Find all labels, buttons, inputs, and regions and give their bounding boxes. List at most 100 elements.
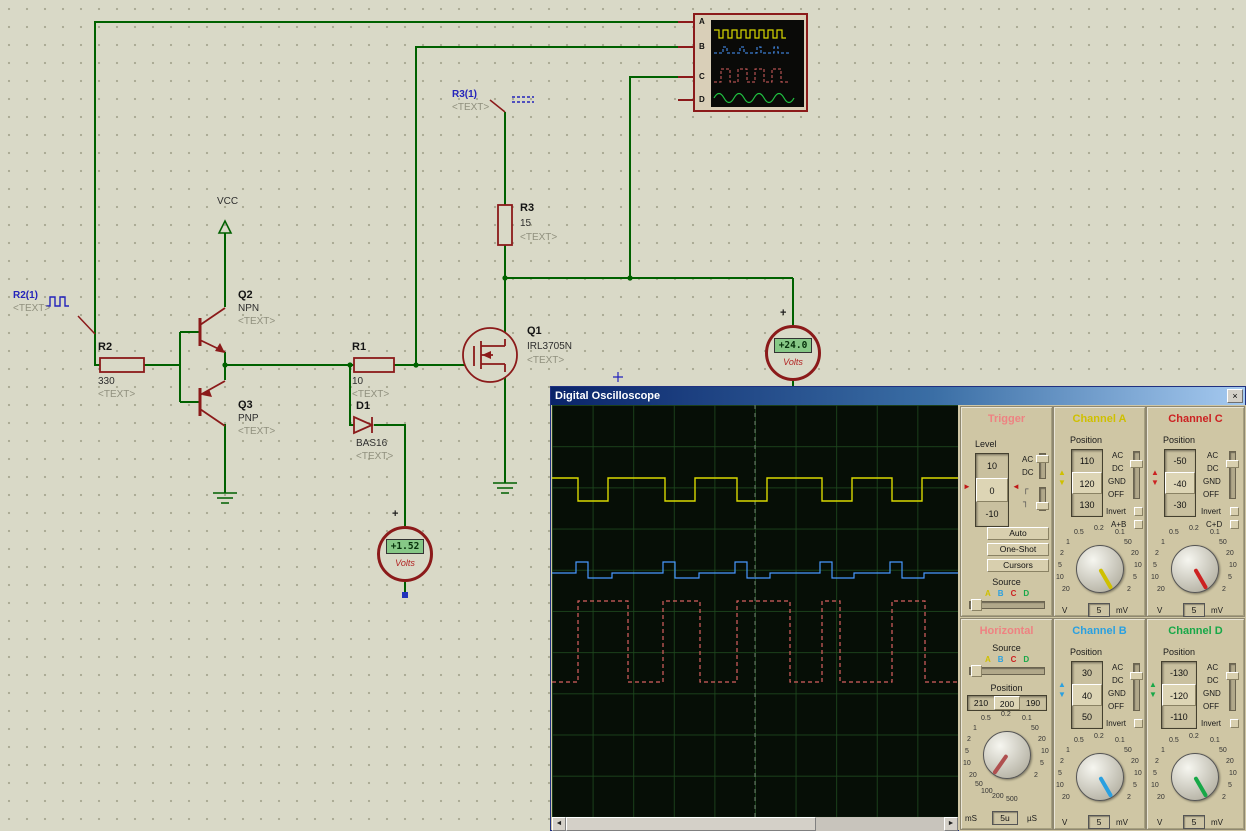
scope-part-pins[interactable] <box>678 22 693 100</box>
close-button[interactable]: × <box>1227 389 1243 403</box>
channel-a-invert-button[interactable] <box>1134 507 1143 516</box>
knob-scale-label: 1 <box>1161 747 1165 754</box>
cursors-button[interactable]: Cursors <box>987 559 1049 572</box>
channel-b-position-dial[interactable]: 30 40 50 <box>1071 661 1103 729</box>
resistor-r1-body[interactable] <box>354 358 394 372</box>
channel-a-sum-label: A+B <box>1111 520 1126 529</box>
channel-a-up-arrow-icon[interactable]: ▲ <box>1058 469 1066 477</box>
wire[interactable] <box>180 332 200 402</box>
transistor-q2-npn[interactable] <box>200 308 225 353</box>
channel-b-gain-knob[interactable]: 0.50.20.1125102050201052 <box>1062 739 1138 815</box>
q1-text: <TEXT> <box>527 355 564 366</box>
transistor-q3-pnp[interactable] <box>200 381 225 426</box>
diode-d1[interactable] <box>354 417 372 433</box>
probe-r2-label[interactable]: R2(1) <box>13 290 38 301</box>
level-right-arrow-icon[interactable]: ◄ <box>1012 483 1020 491</box>
knob-scale-label: 2 <box>967 736 971 743</box>
r2-ref[interactable]: R2 <box>98 341 112 353</box>
q1-ref[interactable]: Q1 <box>527 325 542 337</box>
rising-edge-icon: ┌ <box>1023 485 1028 495</box>
mosfet-q1[interactable] <box>463 328 517 382</box>
voltmeter-drain[interactable]: +24.0 Volts <box>765 325 821 381</box>
channel-b-up-arrow-icon[interactable]: ▲ <box>1058 681 1066 689</box>
source-a-label: A <box>985 655 991 664</box>
channel-d-up-arrow-icon[interactable]: ▲ <box>1149 681 1157 689</box>
channel-a-coupling-slider[interactable] <box>1133 451 1140 499</box>
scope-part-pin-c: C <box>699 72 705 81</box>
channel-b-ac-label: AC <box>1112 663 1123 672</box>
trigger-source-slider[interactable] <box>969 601 1045 609</box>
channel-b-coupling-slider[interactable] <box>1133 663 1140 711</box>
horizontal-position-dial[interactable]: 210 200 190 <box>967 695 1047 711</box>
level-left-arrow-icon[interactable]: ► <box>963 483 971 491</box>
voltmeter-diode[interactable]: +1.52 Volts <box>377 526 433 582</box>
q2-ref[interactable]: Q2 <box>238 289 253 301</box>
channel-c-down-arrow-icon[interactable]: ▼ <box>1151 479 1159 487</box>
oscilloscope-part[interactable]: A B C D <box>693 13 808 112</box>
horizontal-source-slider[interactable] <box>969 667 1045 675</box>
trigger-source-channels: A B C D <box>985 589 1029 598</box>
trigger-coupling-slider[interactable] <box>1039 453 1046 479</box>
channel-a-position-dial[interactable]: 110 120 130 <box>1071 449 1103 517</box>
channel-d-coupling-handle[interactable] <box>1226 672 1239 680</box>
r3-ref[interactable]: R3 <box>520 202 534 214</box>
channel-d-gain-knob[interactable]: 0.50.20.1125102050201052 <box>1157 739 1233 815</box>
position-value-current: 40 <box>1072 684 1102 706</box>
channel-a-down-arrow-icon[interactable]: ▼ <box>1058 479 1066 487</box>
channel-a-gain-knob[interactable]: 0.50.20.1125102050201052 <box>1062 531 1138 607</box>
knob-scale-label: 2 <box>1222 794 1226 801</box>
channel-d-down-arrow-icon[interactable]: ▼ <box>1149 691 1157 699</box>
horizontal-scrollbar[interactable]: ◄ ► <box>552 817 958 831</box>
junction-dots <box>222 275 632 367</box>
horizontal-source-handle[interactable] <box>971 665 982 677</box>
window-titlebar[interactable]: Digital Oscilloscope <box>551 387 1245 405</box>
trigger-source-handle[interactable] <box>971 599 982 611</box>
channel-a-coupling-handle[interactable] <box>1130 460 1143 468</box>
one-shot-button[interactable]: One-Shot <box>987 543 1049 556</box>
scroll-left-arrow[interactable]: ◄ <box>552 817 566 831</box>
trigger-coupling-handle[interactable] <box>1036 455 1049 463</box>
channel-b-invert-button[interactable] <box>1134 719 1143 728</box>
ground-symbol[interactable] <box>213 493 237 503</box>
channel-b-coupling-handle[interactable] <box>1130 672 1143 680</box>
channel-d-position-dial[interactable]: -130 -120 -110 <box>1161 661 1197 729</box>
vcc-power-arrow[interactable] <box>219 221 231 233</box>
wire[interactable] <box>95 22 693 365</box>
trigger-level-dial[interactable]: 10 0 -10 <box>975 453 1009 527</box>
scope-display[interactable] <box>552 405 958 817</box>
q3-ref[interactable]: Q3 <box>238 399 253 411</box>
scroll-right-arrow[interactable]: ► <box>944 817 958 831</box>
horizontal-timebase-knob[interactable]: 0.50.20.112510205020105250100200500 <box>969 717 1045 793</box>
scroll-thumb[interactable] <box>566 817 816 831</box>
channel-c-invert-button[interactable] <box>1230 507 1239 516</box>
d1-ref[interactable]: D1 <box>356 400 370 412</box>
wire[interactable] <box>630 77 693 278</box>
probe-r2-pin[interactable] <box>78 316 95 334</box>
wire[interactable] <box>225 352 462 380</box>
channel-a-sum-button[interactable] <box>1134 520 1143 529</box>
knob-scale-label: 1 <box>1161 539 1165 546</box>
knob-scale-label: 5 <box>1228 574 1232 581</box>
trigger-edge-slider[interactable] <box>1039 487 1046 511</box>
trigger-edge-handle[interactable] <box>1036 502 1049 510</box>
horizontal-source-channels: A B C D <box>985 655 1029 664</box>
knob-scale-label: 10 <box>1229 770 1237 777</box>
channel-c-coupling-slider[interactable] <box>1229 451 1236 499</box>
probe-r3-pin[interactable] <box>490 100 505 112</box>
channel-d-coupling-slider[interactable] <box>1229 663 1236 711</box>
source-c-label: C <box>1011 589 1017 598</box>
channel-c-up-arrow-icon[interactable]: ▲ <box>1151 469 1159 477</box>
resistor-r3-body[interactable] <box>498 205 512 245</box>
channel-b-down-arrow-icon[interactable]: ▼ <box>1058 691 1066 699</box>
r1-ref[interactable]: R1 <box>352 341 366 353</box>
channel-c-sum-button[interactable] <box>1230 520 1239 529</box>
voltmeter-diode-unit: Volts <box>380 558 430 568</box>
channel-c-coupling-handle[interactable] <box>1226 460 1239 468</box>
channel-c-position-dial[interactable]: -50 -40 -30 <box>1164 449 1196 517</box>
auto-button[interactable]: Auto <box>987 527 1049 540</box>
channel-d-invert-button[interactable] <box>1230 719 1239 728</box>
channel-c-gain-knob[interactable]: 0.50.20.1125102050201052 <box>1157 531 1233 607</box>
resistor-r2-body[interactable] <box>100 358 144 372</box>
probe-r3-label[interactable]: R3(1) <box>452 89 477 100</box>
ground-symbol[interactable] <box>493 483 517 493</box>
